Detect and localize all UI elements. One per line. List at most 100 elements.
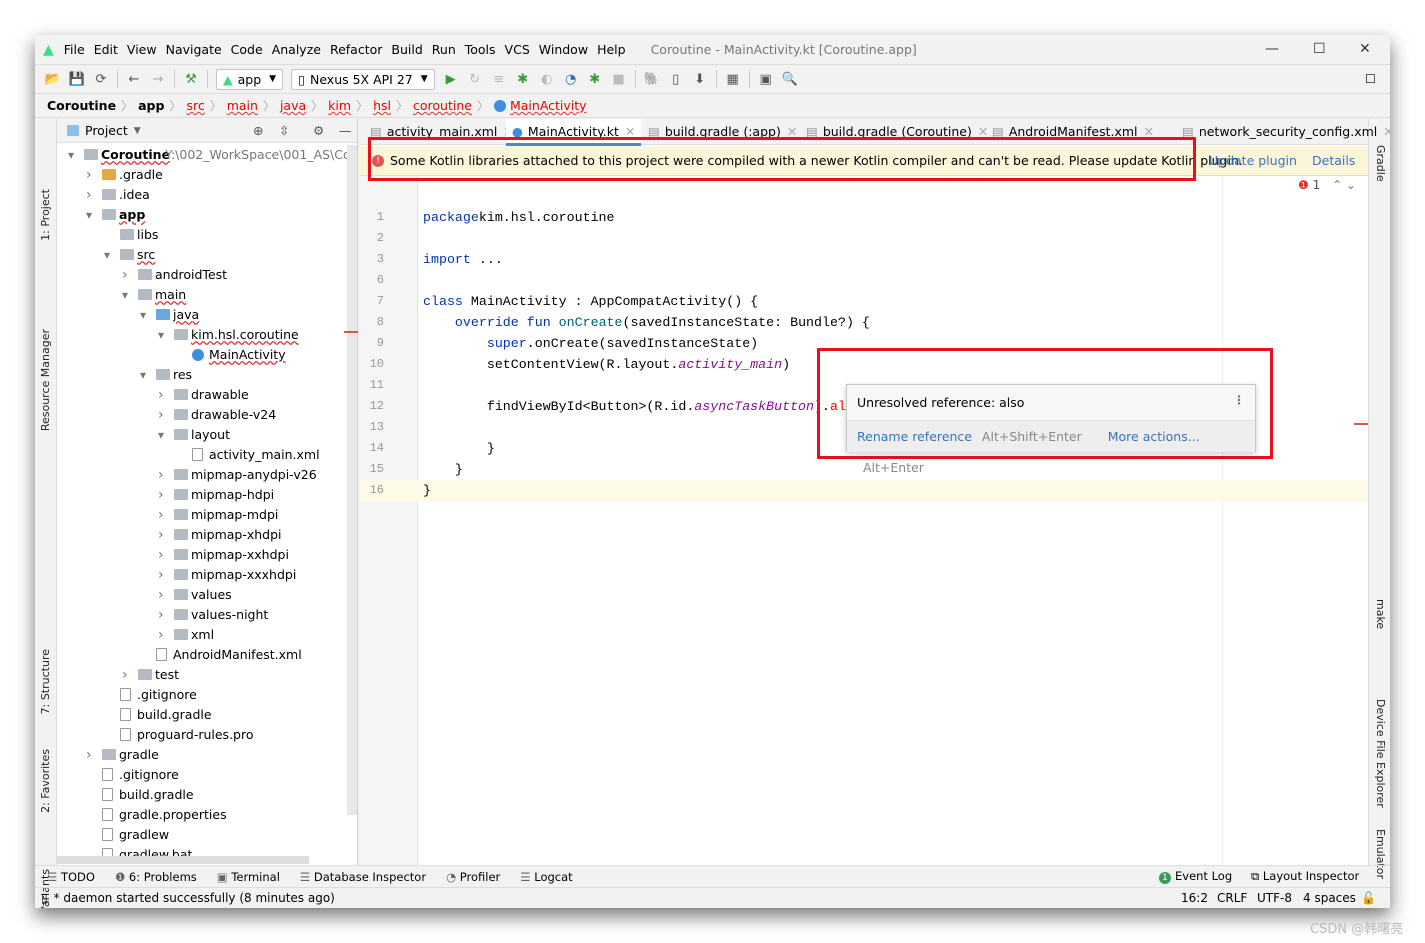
caret-position[interactable]: 16:2 <box>1181 891 1208 905</box>
indent-setting[interactable]: 4 spaces <box>1303 891 1356 905</box>
chevron-right-icon[interactable]: › <box>158 525 164 545</box>
breadcrumb-item[interactable]: coroutine <box>413 98 472 113</box>
code-line[interactable]: 8 override fun onCreate(savedInstanceSta… <box>360 312 1368 333</box>
tree-item[interactable]: ▾ kim.hsl.coroutine <box>57 325 347 345</box>
attach-icon[interactable]: ✱ <box>583 72 607 87</box>
code-line[interactable]: 7 class MainActivity : AppCompatActivity(… <box>360 291 1368 312</box>
gradle-sync-icon[interactable]: 🐘 <box>640 72 664 87</box>
search-icon[interactable]: 🔍 <box>778 72 802 87</box>
tree-item[interactable]: › values-night <box>57 605 347 625</box>
layout-inspector-button[interactable]: ⧉ Layout Inspector <box>1251 869 1359 884</box>
more-actions-link[interactable]: More actions... <box>1108 429 1200 444</box>
device-select[interactable]: ▯ Nexus 5X API 27 ▼ <box>291 68 435 90</box>
tool-logcat[interactable]: ☰ Logcat <box>520 870 572 884</box>
tree-item[interactable]: activity_main.xml <box>57 445 347 465</box>
run-config-select[interactable]: ▲ app ▼ <box>216 68 284 90</box>
chevron-right-icon[interactable]: › <box>158 505 164 525</box>
back-icon[interactable]: ← <box>122 72 146 87</box>
chevron-right-icon[interactable]: › <box>86 185 92 205</box>
code-line[interactable]: 16} <box>360 480 1368 501</box>
right-tool-1[interactable]: Gradle <box>1374 145 1387 182</box>
chevron-right-icon[interactable]: › <box>158 465 164 485</box>
line-separator[interactable]: CRLF <box>1217 891 1247 905</box>
apply-code-icon[interactable]: ≡ <box>487 72 511 87</box>
chevron-right-icon[interactable]: › <box>86 745 92 765</box>
account-icon[interactable]: ☐ <box>1365 72 1376 86</box>
tree-item[interactable]: › xml <box>57 625 347 645</box>
breadcrumb-item[interactable]: hsl <box>373 98 391 113</box>
chevron-right-icon[interactable]: › <box>86 165 92 185</box>
code-line[interactable]: 6 <box>360 270 1368 291</box>
details-link[interactable]: Details <box>1312 153 1355 168</box>
tree-item[interactable]: › .idea <box>57 185 347 205</box>
code-line[interactable]: 1 packagekim.hsl.coroutine <box>360 207 1368 228</box>
menu-navigate[interactable]: Navigate <box>166 42 222 57</box>
chevron-down-icon[interactable]: ▾ <box>122 285 128 305</box>
avd-manager-icon[interactable]: ▯ <box>664 72 688 87</box>
left-tool-3[interactable]: 7: Structure <box>39 649 52 714</box>
tree-item[interactable]: proguard-rules.pro <box>57 725 347 745</box>
apply-changes-icon[interactable]: ↻ <box>463 72 487 87</box>
tree-item[interactable]: .gitignore <box>57 685 347 705</box>
menu-analyze[interactable]: Analyze <box>272 42 321 57</box>
tree-item[interactable]: › androidTest <box>57 265 347 285</box>
chevron-right-icon[interactable]: › <box>158 485 164 505</box>
breadcrumb-item[interactable]: java <box>280 98 306 113</box>
chevron-down-icon[interactable]: ▾ <box>104 245 110 265</box>
breadcrumb-item[interactable]: main <box>227 98 258 113</box>
tree-item[interactable]: ▾ src <box>57 245 347 265</box>
tree-item[interactable]: › mipmap-xxxhdpi <box>57 565 347 585</box>
right-tool-2[interactable]: make <box>1374 599 1387 629</box>
hammer-icon[interactable]: ⚒ <box>179 72 203 87</box>
chevron-down-icon[interactable]: ▾ <box>86 205 92 225</box>
tree-item[interactable]: ▾ res <box>57 365 347 385</box>
tree-item[interactable]: ▾ CoroutineY:\002_WorkSpace\001_AS\Corou <box>57 145 347 165</box>
tree-item[interactable]: › drawable <box>57 385 347 405</box>
tree-scrollbar[interactable] <box>347 145 357 815</box>
menu-edit[interactable]: Edit <box>94 42 118 57</box>
tree-item[interactable]: › mipmap-xxhdpi <box>57 545 347 565</box>
menu-refactor[interactable]: Refactor <box>330 42 382 57</box>
breadcrumb-item[interactable]: src <box>186 98 204 113</box>
chevron-down-icon[interactable]: ▾ <box>158 425 164 445</box>
chevron-right-icon[interactable]: › <box>158 565 164 585</box>
tree-item[interactable]: › test <box>57 665 347 685</box>
close-tab-icon[interactable]: ✕ <box>1383 124 1390 139</box>
tree-item[interactable]: build.gradle <box>57 785 347 805</box>
open-icon[interactable]: 📂 <box>41 72 65 87</box>
breadcrumb-item[interactable]: MainActivity <box>510 98 587 113</box>
chevron-right-icon[interactable]: › <box>158 545 164 565</box>
project-view-select[interactable]: Project <box>85 123 128 138</box>
close-button[interactable]: ✕ <box>1359 41 1371 57</box>
breadcrumb-item[interactable]: Coroutine <box>47 98 116 113</box>
save-icon[interactable]: 💾 <box>65 72 89 87</box>
tree-item[interactable]: ▾ main <box>57 285 347 305</box>
menu-window[interactable]: Window <box>539 42 588 57</box>
breadcrumb-item[interactable]: kim <box>328 98 351 113</box>
event-log-button[interactable]: 1 Event Log <box>1159 869 1232 884</box>
tree-item[interactable]: ▾ java <box>57 305 347 325</box>
tree-item[interactable]: › .gradle <box>57 165 347 185</box>
code-line[interactable]: 3 import ... <box>360 249 1368 270</box>
left-tool-2[interactable]: Resource Manager <box>39 329 52 431</box>
more-options-icon[interactable]: ⋮ <box>1233 393 1245 407</box>
tree-item[interactable]: › mipmap-xhdpi <box>57 525 347 545</box>
gear-icon[interactable]: ⚙ <box>313 123 324 138</box>
layout-icon[interactable]: ▣ <box>754 72 778 87</box>
chevron-right-icon[interactable]: › <box>122 665 128 685</box>
tab-network-security-config-xml[interactable]: ▤ network_security_config.xml ✕ <box>1176 119 1390 145</box>
locate-icon[interactable]: ⊕ <box>253 123 263 138</box>
menu-run[interactable]: Run <box>432 42 456 57</box>
rename-reference-link[interactable]: Rename reference <box>857 429 972 444</box>
tree-hscrollbar[interactable] <box>57 856 309 864</box>
tool-profiler[interactable]: ◔ Profiler <box>446 870 500 884</box>
lock-icon[interactable]: 🔓 <box>1361 891 1376 905</box>
chevron-right-icon[interactable]: › <box>158 385 164 405</box>
update-plugin-link[interactable]: Update plugin <box>1209 153 1297 168</box>
tree-item[interactable]: ▾ app <box>57 205 347 225</box>
chevron-right-icon[interactable]: › <box>122 265 128 285</box>
sdk-manager-icon[interactable]: ⬇ <box>688 72 712 87</box>
attach-debugger-icon[interactable]: ◐ <box>535 72 559 87</box>
stop-icon[interactable]: ■ <box>607 72 631 87</box>
error-stripe-mark[interactable] <box>1354 423 1368 425</box>
